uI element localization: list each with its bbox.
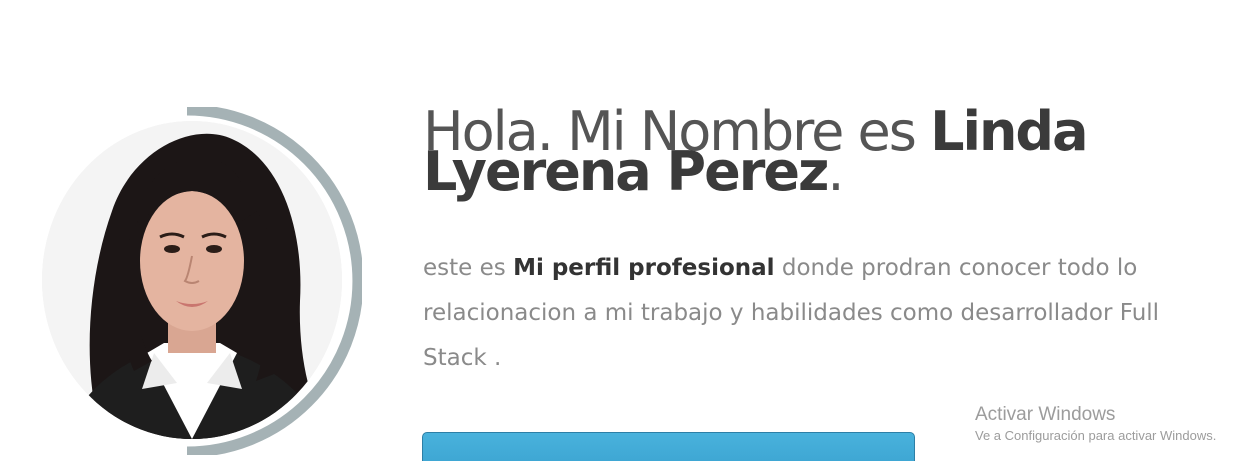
windows-activation-watermark: Activar Windows Ve a Configuración para …	[975, 404, 1237, 446]
description-intro: este es	[423, 255, 514, 281]
profile-photo-wrap	[26, 107, 362, 455]
hero-section: Hola. Mi Nombre es Linda Lyerena Perez. …	[0, 0, 1237, 461]
watermark-title: Activar Windows	[975, 404, 1116, 425]
title-period: .	[827, 140, 844, 203]
primary-action-button[interactable]	[422, 432, 915, 461]
watermark-subtitle: Ve a Configuración para activar Windows.	[975, 428, 1217, 443]
profile-description: este es Mi perfil profesional donde prod…	[423, 246, 1183, 381]
profile-photo	[42, 121, 342, 439]
description-highlight: Mi perfil profesional	[513, 255, 775, 281]
person-portrait-image	[42, 121, 342, 439]
page-title: Hola. Mi Nombre es Linda Lyerena Perez.	[423, 105, 1143, 199]
